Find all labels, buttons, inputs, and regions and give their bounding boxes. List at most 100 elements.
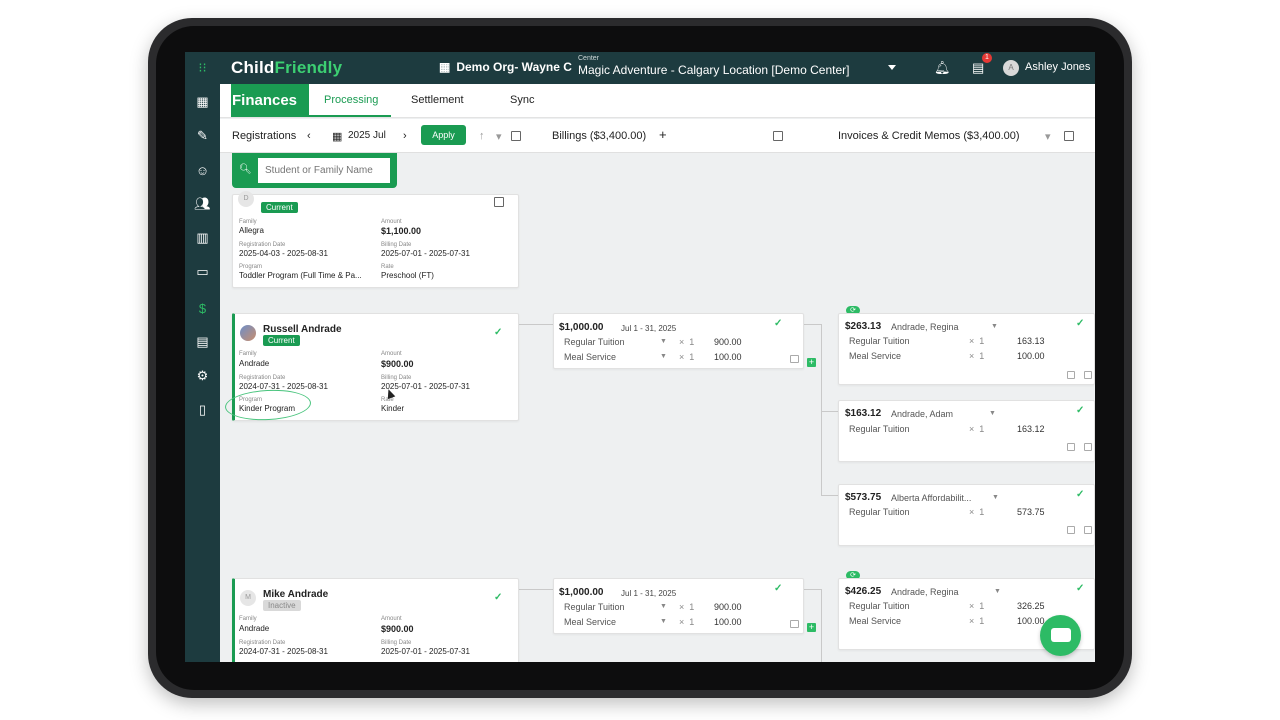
line-item-name: Regular Tuition xyxy=(849,424,910,434)
document-icon[interactable]: ▤ xyxy=(185,328,220,356)
student-name: Russell Andrade xyxy=(263,324,342,335)
billings-select-all-checkbox[interactable] xyxy=(773,131,783,141)
messages-icon[interactable]: ▤ xyxy=(972,60,984,76)
prev-month-icon[interactable]: ‹ xyxy=(307,130,311,142)
invoices-select-all-checkbox[interactable] xyxy=(1064,131,1074,141)
logo-text-1: Child xyxy=(231,58,275,77)
line-item-qty: × 1 xyxy=(969,616,984,626)
child-icon[interactable]: ☺ xyxy=(185,156,220,184)
active-tab-indicator xyxy=(309,115,391,117)
chevron-down-icon[interactable]: ▼ xyxy=(660,353,667,360)
filter-icon[interactable]: ▾ xyxy=(496,130,502,143)
tab-sync[interactable]: Sync xyxy=(510,94,534,106)
document-icon[interactable] xyxy=(1067,371,1075,379)
center-selector[interactable]: Center Magic Adventure - Calgary Location… xyxy=(578,55,849,78)
times-sign: × xyxy=(969,601,975,611)
chevron-down-icon[interactable]: ▼ xyxy=(992,494,999,501)
connector-line xyxy=(804,324,821,325)
amount-value: $1,100.00 xyxy=(381,226,422,236)
chat-support-button[interactable] xyxy=(1040,615,1081,656)
document-icon[interactable] xyxy=(1067,526,1075,534)
people-icon[interactable]: 👥︎ xyxy=(185,190,220,218)
times-sign: × xyxy=(679,602,685,612)
family-label: Family xyxy=(239,219,257,225)
registration-card[interactable]: M Mike Andrade Inactive ✓ Family Andrade… xyxy=(232,578,519,662)
check-user-icon[interactable]: ✎ xyxy=(185,122,220,150)
next-month-icon[interactable]: › xyxy=(403,130,407,142)
rate-label: Rate xyxy=(381,264,394,270)
qty-value: 1 xyxy=(979,601,985,611)
line-item-qty: × 1 xyxy=(969,351,984,361)
calendar-icon[interactable] xyxy=(1084,371,1092,379)
line-item-name: Regular Tuition xyxy=(564,602,625,612)
user-name[interactable]: Ashley Jones xyxy=(1025,61,1090,73)
line-item-value: 100.00 xyxy=(1017,351,1045,361)
calendar-icon[interactable] xyxy=(1084,526,1092,534)
search-input[interactable] xyxy=(258,158,390,183)
invoice-card[interactable]: $573.75 Alberta Affordabilit... ▼ ✓ Regu… xyxy=(838,484,1095,546)
billings-label: Billings ($3,400.00) xyxy=(552,130,647,142)
page-title: Finances xyxy=(231,84,309,117)
chevron-down-icon[interactable]: ▼ xyxy=(991,323,998,330)
registrations-select-all-checkbox[interactable] xyxy=(511,131,521,141)
chevron-down-icon[interactable] xyxy=(888,65,896,70)
avatar: M xyxy=(240,590,256,606)
line-item-qty: × 1 xyxy=(679,352,694,362)
avatar[interactable]: A xyxy=(1003,60,1019,76)
dashboard-grid-icon[interactable]: ▦ xyxy=(185,88,220,116)
amount-label: Amount xyxy=(381,616,402,622)
check-icon: ✓ xyxy=(494,592,503,603)
toolbar: Registrations ‹ ▦ 2025 Jul › Apply ↑ ▾ B… xyxy=(220,119,1095,153)
dollar-icon[interactable]: $ xyxy=(185,294,220,322)
apps-grid-icon[interactable]: ⁝⁝ xyxy=(194,60,211,77)
invoice-card[interactable]: $263.13 Andrade, Regina ▼ ✓ Regular Tuit… xyxy=(838,313,1095,385)
calendar-icon[interactable]: ▦ xyxy=(332,130,342,143)
add-billing-icon[interactable]: + xyxy=(659,127,667,142)
invoice-amount: $426.25 xyxy=(845,586,882,597)
month-value[interactable]: 2025 Jul xyxy=(348,130,386,141)
qty-value: 1 xyxy=(979,336,985,346)
tab-processing[interactable]: Processing xyxy=(324,94,378,106)
line-item-qty: × 1 xyxy=(969,336,984,346)
registration-date-value: 2024-07-31 - 2025-08-31 xyxy=(239,647,328,656)
registration-card[interactable]: D Current Family Allegra Amount $1,100.0… xyxy=(232,191,519,288)
bell-icon[interactable]: 🔔︎ xyxy=(934,60,951,76)
org-selector[interactable]: ▦ Demo Org- Wayne C xyxy=(439,60,572,74)
chevron-down-icon[interactable]: ▼ xyxy=(989,410,996,417)
tablet-icon[interactable]: ▯ xyxy=(185,396,220,424)
check-icon: ✓ xyxy=(494,327,503,338)
apply-button[interactable]: Apply xyxy=(421,125,466,145)
notification-badge: 1 xyxy=(982,53,992,63)
calendar-icon[interactable] xyxy=(790,355,799,363)
invoices-label: Invoices & Credit Memos ($3,400.00) xyxy=(838,130,1020,142)
chevron-down-icon[interactable]: ▼ xyxy=(994,588,1001,595)
calendar-icon[interactable] xyxy=(1084,443,1092,451)
chevron-down-icon[interactable]: ▼ xyxy=(660,618,667,625)
app-logo[interactable]: ChildFriendly xyxy=(231,58,342,78)
filter-icon[interactable]: ▾ xyxy=(1045,130,1051,143)
billing-period: Jul 1 - 31, 2025 xyxy=(621,589,677,598)
sort-arrow-icon[interactable]: ↑ xyxy=(479,130,485,142)
chat-icon[interactable]: ▭ xyxy=(185,258,220,286)
add-invoice-icon[interactable]: + xyxy=(807,623,816,632)
gear-icon[interactable]: ⚙ xyxy=(185,362,220,390)
registration-checkbox[interactable] xyxy=(494,197,504,207)
line-item-value: 900.00 xyxy=(714,337,742,347)
tab-settlement[interactable]: Settlement xyxy=(411,94,464,106)
billing-card[interactable]: $1,000.00 Jul 1 - 31, 2025 ✓ Regular Tui… xyxy=(553,578,804,634)
add-invoice-icon[interactable]: + xyxy=(807,358,816,367)
line-item-value: 163.12 xyxy=(1017,424,1045,434)
book-icon[interactable]: ▥ xyxy=(185,224,220,252)
billing-card[interactable]: $1,000.00 Jul 1 - 31, 2025 ✓ Regular Tui… xyxy=(553,313,804,369)
document-icon[interactable] xyxy=(1067,443,1075,451)
line-item-qty: × 1 xyxy=(969,507,984,517)
invoice-amount: $263.13 xyxy=(845,321,882,332)
line-item-value: 100.00 xyxy=(1017,616,1045,626)
chevron-down-icon[interactable]: ▼ xyxy=(660,603,667,610)
invoice-card[interactable]: $163.12 Andrade, Adam ▼ ✓ Regular Tuitio… xyxy=(838,400,1095,462)
calendar-icon[interactable] xyxy=(790,620,799,628)
amount-value: $900.00 xyxy=(381,359,414,369)
connector-line xyxy=(821,589,822,662)
chevron-down-icon[interactable]: ▼ xyxy=(660,338,667,345)
family-label: Family xyxy=(239,351,257,357)
